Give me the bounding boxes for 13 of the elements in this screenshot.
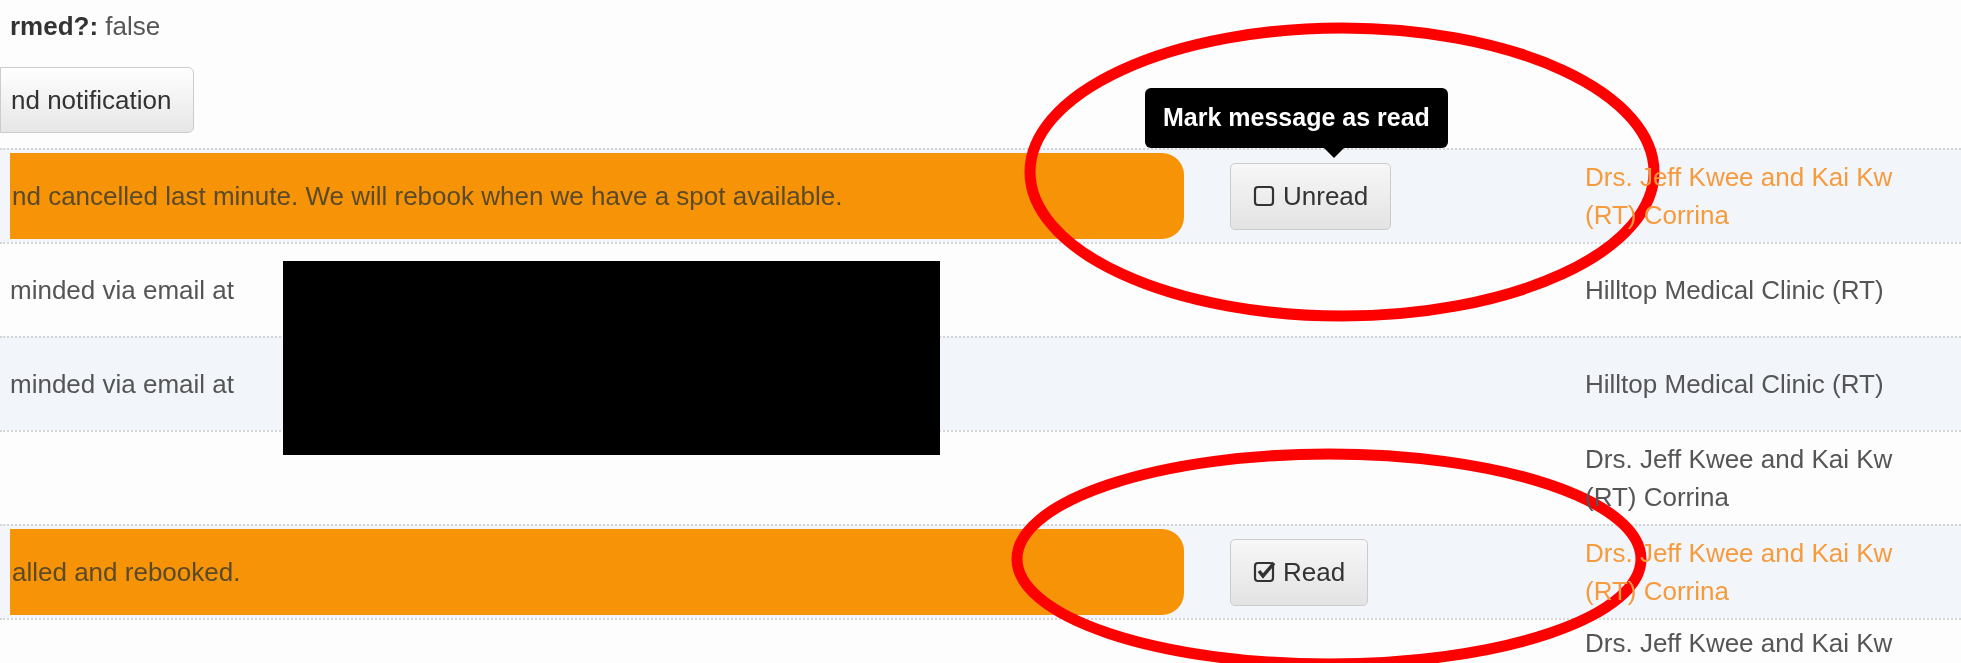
read-toggle-button[interactable]: Unread [1230,162,1392,230]
message-text: minded via email at [10,367,234,401]
message-text: alled and rebooked. [12,555,241,589]
tooltip-pointer [1323,147,1345,158]
message-text: nd cancelled last minute. We will rebook when we have a spot available. [12,179,843,213]
sender-text: Hilltop Medical Clinic (RT) [1585,274,1884,307]
send-notification-button[interactable]: nd notification [0,67,195,133]
sender-text: Hilltop Medical Clinic (RT) [1585,368,1884,401]
confirmed-field-text: rmed?: false [10,9,161,43]
sender-text: Drs. Jeff Kwee and Kai Kw (RT) Corrina [1585,443,1893,514]
message-text: minded via email at [10,273,234,307]
sender-text: Drs. Jeff Kwee and Kai Kw [1585,627,1893,660]
read-toggle-button[interactable]: Read [1230,538,1369,606]
